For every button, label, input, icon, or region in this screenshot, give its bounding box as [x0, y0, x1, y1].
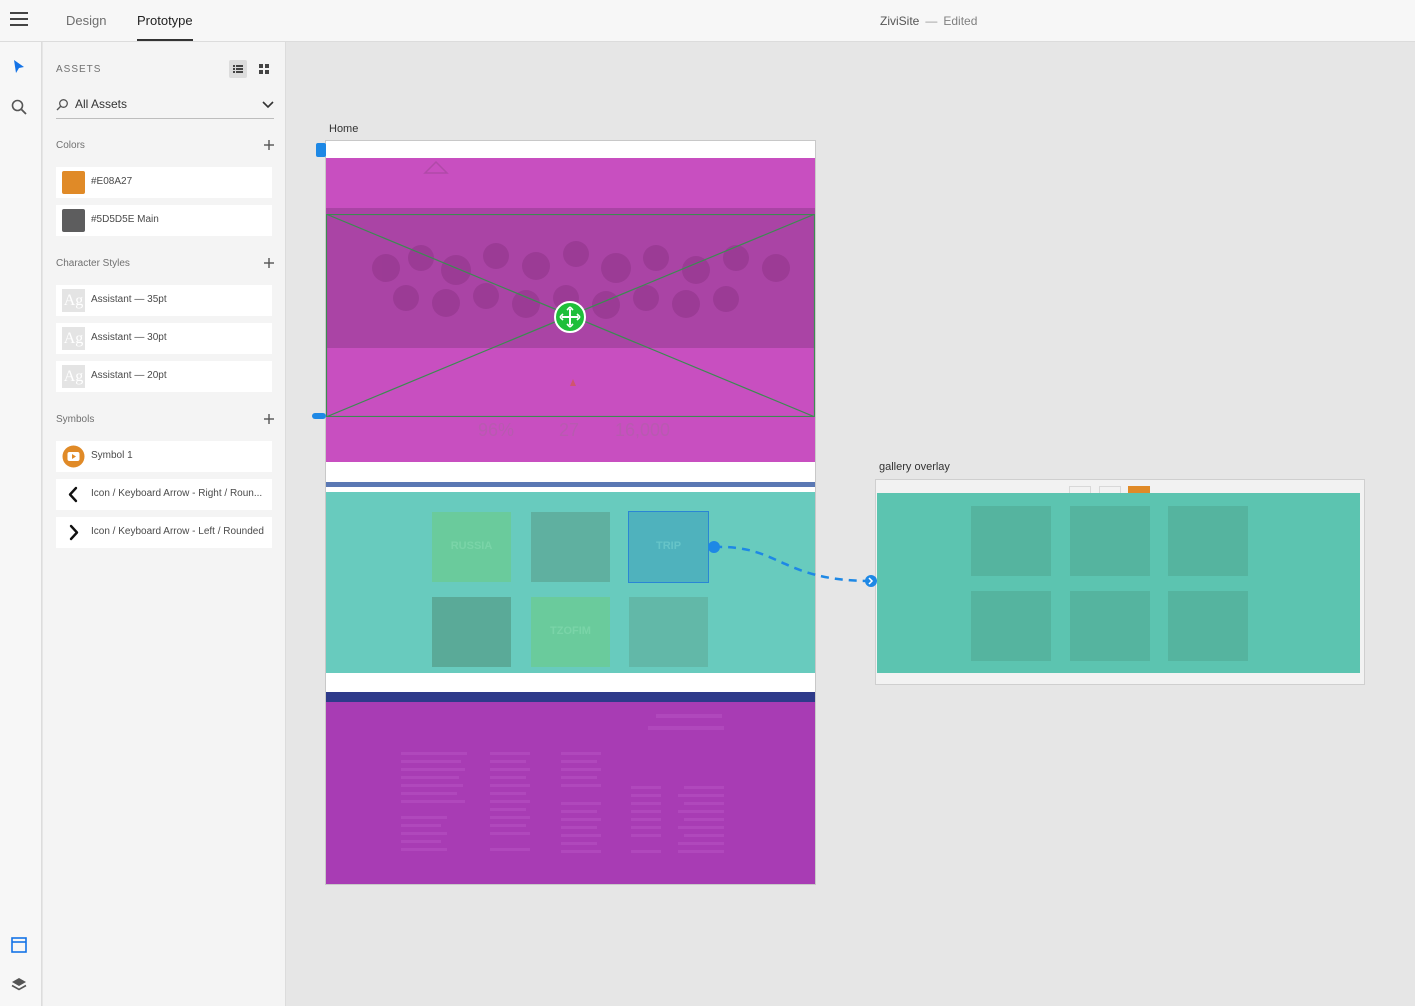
overlay-thumb[interactable] [971, 591, 1051, 661]
gallery-tile-label: RUSSIA [450, 540, 493, 552]
move-handle-icon[interactable] [554, 301, 586, 333]
color-asset-orange[interactable]: #E08A27 [56, 167, 272, 198]
overlay-gallery-content[interactable] [877, 493, 1360, 673]
home-flow-start-handle[interactable] [316, 143, 326, 157]
add-color-icon[interactable] [262, 138, 276, 152]
gallery-tile[interactable]: RUSSIA [432, 512, 511, 582]
section-divider [326, 482, 815, 487]
gallery-tile-hotspot[interactable]: TRIP [629, 512, 708, 582]
add-character-style-icon[interactable] [262, 256, 276, 270]
hamburger-menu-icon[interactable] [10, 12, 28, 28]
artboard-home[interactable]: 96% 27 16,000 RUSSIA TRIP TZOFIM [326, 141, 815, 884]
scroll-height-handle[interactable] [312, 413, 326, 419]
character-style-thumb: Ag [62, 365, 85, 388]
overlay-thumb[interactable] [1070, 506, 1150, 576]
artboard-label-gallery[interactable]: gallery overlay [879, 461, 950, 473]
tool-rail [0, 42, 42, 1006]
artboard-label-home[interactable]: Home [329, 123, 358, 135]
symbol-item[interactable]: Icon / Keyboard Arrow - Right / Roun... [56, 479, 272, 510]
top-bar: Design Prototype ZiviSite — Edited [0, 0, 1415, 42]
footer-section[interactable] [326, 702, 815, 884]
character-style-item[interactable]: Ag Assistant — 35pt [56, 285, 272, 316]
overlay-thumb[interactable] [1168, 506, 1248, 576]
color-asset-main[interactable]: #5D5D5E Main [56, 205, 272, 236]
footer-divider [326, 692, 815, 702]
search-icon[interactable] [10, 98, 28, 116]
list-view-icon[interactable] [229, 60, 247, 78]
character-style-item[interactable]: Ag Assistant — 20pt [56, 361, 272, 392]
connector-start-handle[interactable] [708, 541, 720, 553]
character-style-item[interactable]: Ag Assistant — 30pt [56, 323, 272, 354]
assets-filter-label: All Assets [75, 97, 128, 111]
select-tool-icon[interactable] [10, 58, 28, 76]
color-asset-label: #E08A27 [91, 176, 133, 187]
character-style-label: Assistant — 35pt [91, 294, 167, 305]
symbol-item[interactable]: Symbol 1 [56, 441, 272, 472]
character-style-thumb: Ag [62, 327, 85, 350]
layers-icon[interactable] [10, 976, 28, 994]
symbol-item[interactable]: Icon / Keyboard Arrow - Left / Rounded [56, 517, 272, 548]
gallery-tile-label: TRIP [655, 540, 682, 552]
play-badge-icon [62, 445, 85, 468]
symbol-label: Icon / Keyboard Arrow - Left / Rounded [91, 526, 264, 537]
footer-text-columns [401, 714, 724, 853]
tab-prototype[interactable]: Prototype [137, 0, 193, 41]
symbols-heading: Symbols [56, 414, 95, 425]
title-separator: — [925, 14, 938, 28]
connector-target-arrow-icon[interactable] [865, 575, 877, 587]
assets-panel: ASSETS All Assets Colors #E08A27 #5D5D5E… [43, 42, 286, 1006]
assets-filter-dropdown[interactable]: All Assets [56, 92, 274, 119]
chevron-right-icon [69, 524, 79, 541]
stat-3: 16,000 [615, 420, 671, 440]
artboard-gallery-overlay[interactable] [876, 480, 1364, 684]
gallery-tile[interactable] [531, 512, 610, 582]
overlay-thumb[interactable] [1070, 591, 1150, 661]
symbol-label: Icon / Keyboard Arrow - Right / Roun... [91, 488, 263, 499]
color-asset-label: #5D5D5E Main [91, 214, 159, 225]
grid-view-icon[interactable] [255, 60, 273, 78]
color-swatch [62, 171, 85, 194]
tab-design[interactable]: Design [66, 0, 106, 41]
add-symbol-icon[interactable] [262, 412, 276, 426]
character-styles-heading: Character Styles [56, 258, 130, 269]
overlay-thumb[interactable] [1168, 591, 1248, 661]
document-status: Edited [943, 14, 978, 28]
gallery-tile[interactable] [432, 597, 511, 667]
character-style-thumb: Ag [62, 289, 85, 312]
stat-1: 96% [478, 420, 515, 440]
character-style-label: Assistant — 30pt [91, 332, 167, 343]
color-swatch [62, 209, 85, 232]
assets-panel-icon[interactable] [10, 936, 28, 954]
gallery-tile[interactable] [629, 597, 708, 667]
document-title: ZiviSite — Edited [880, 0, 977, 42]
gallery-tile[interactable]: TZOFIM [531, 597, 610, 667]
stat-2: 27 [559, 420, 580, 440]
chevron-left-icon [68, 486, 78, 503]
assets-panel-title: ASSETS [56, 64, 102, 75]
gallery-tile-label: TZOFIM [550, 625, 591, 637]
character-style-label: Assistant — 20pt [91, 370, 167, 381]
search-icon [56, 99, 68, 111]
prototype-connector-wire[interactable] [700, 535, 890, 595]
symbol-label: Symbol 1 [91, 450, 133, 461]
document-name: ZiviSite [880, 14, 920, 28]
colors-section-heading: Colors [56, 140, 85, 151]
chevron-down-icon [262, 101, 274, 109]
overlay-thumb[interactable] [971, 506, 1051, 576]
